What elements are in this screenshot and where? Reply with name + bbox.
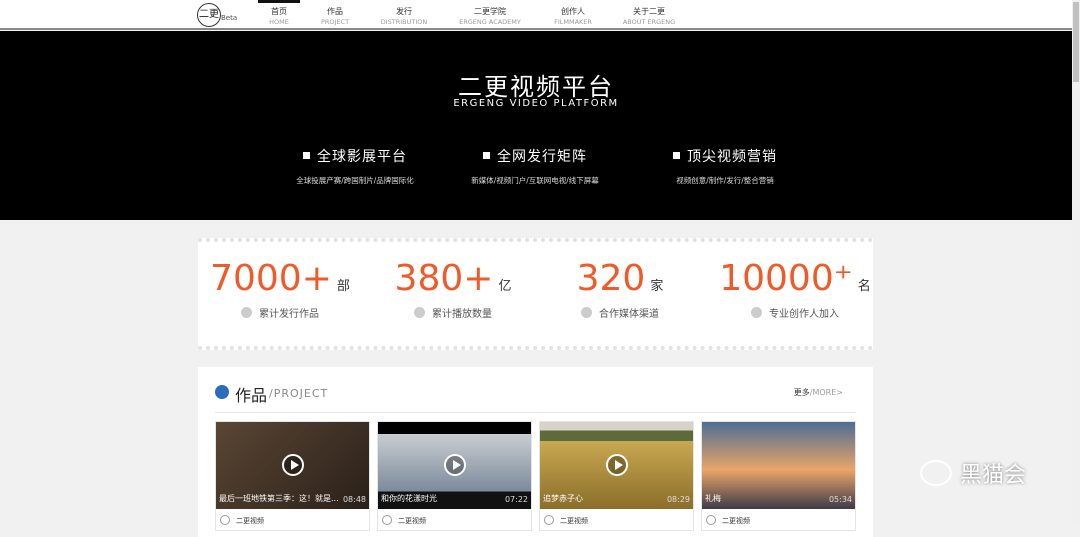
stat-unit: 名 <box>857 279 871 294</box>
nav-filmmaker[interactable]: 创作人 FILMMAKER <box>548 0 598 30</box>
feature: 顶尖视频营销视频创意/制作/发行/整合营销 <box>625 146 825 186</box>
stat-number: 380+ <box>394 258 494 299</box>
project-section: 作品 /PROJECT 更多/MORE> 最后一班地铁第三季：这！就是... 08… <box>198 367 873 537</box>
hero-title: 二更视频平台 <box>458 73 614 101</box>
feature: 全网发行矩阵新媒体/视频门户/互联网电视/线下屏幕 <box>435 146 635 186</box>
feature-title: 顶尖视频营销 <box>625 146 825 166</box>
section-title: 作品 <box>235 386 268 405</box>
nav-label: 创作人 <box>561 7 585 16</box>
stat-number: 7000+ <box>210 258 332 299</box>
nav-label: 二更学院 <box>474 7 506 16</box>
feature-desc: 新媒体/视频门户/互联网电视/线下屏幕 <box>471 176 599 185</box>
nav-label-en: DISTRIBUTION <box>380 18 428 26</box>
video-duration: 08:29 <box>666 495 690 504</box>
nav-label-en: ABOUT ERGENG <box>622 18 676 26</box>
nav-label: 作品 <box>327 7 343 16</box>
logo[interactable]: 二更 <box>197 3 221 27</box>
scrollbar-thumb[interactable] <box>1073 2 1079 82</box>
nav-label-en: PROJECT <box>320 18 350 26</box>
nav-label-en: FILMMAKER <box>554 18 592 26</box>
play-icon[interactable] <box>606 454 628 476</box>
section-subtitle: /PROJECT <box>269 387 329 400</box>
nav-label: 发行 <box>396 7 412 16</box>
stat-number: 10000⁺ <box>719 258 853 299</box>
video-title: 追梦赤子心 <box>543 494 583 503</box>
author-avatar <box>220 515 230 525</box>
document-icon <box>215 385 229 399</box>
video-title: 和你的花漾时光 <box>381 494 437 503</box>
wechat-icon <box>920 460 952 486</box>
nav-project[interactable]: 作品 PROJECT <box>315 0 355 30</box>
play-icon <box>414 307 425 318</box>
user-icon <box>751 307 762 318</box>
watermark-text: 黑猫会 <box>960 463 1027 488</box>
video-card[interactable]: 礼梅 05:34 二更视频 <box>701 421 856 531</box>
video-thumbnail[interactable]: 礼梅 05:34 <box>702 422 855 509</box>
top-nav: 二更 Beta 首页 HOME 作品 PROJECT 发行 DISTRIBUTION … <box>0 0 1072 30</box>
stat: 380+ 亿累计播放数量 <box>373 258 533 320</box>
video-thumbnail[interactable]: 追梦赤子心 08:29 <box>540 422 693 509</box>
video-card[interactable]: 最后一班地铁第三季：这！就是... 08:48 二更视频 <box>215 421 370 531</box>
author-name: 二更视频 <box>236 517 264 525</box>
stat-unit: 部 <box>336 279 350 294</box>
video-card[interactable]: 追梦赤子心 08:29 二更视频 <box>539 421 694 531</box>
nav-label: 首页 <box>271 7 287 16</box>
more-link[interactable]: 更多/MORE> <box>794 387 843 398</box>
stat-label: 专业创作人加入 <box>769 309 839 320</box>
play-icon[interactable] <box>444 454 466 476</box>
author-name: 二更视频 <box>722 517 750 525</box>
video-title: 最后一班地铁第三季：这！就是... <box>219 494 339 503</box>
video-card[interactable]: 和你的花漾时光 07:22 二更视频 <box>377 421 532 531</box>
stats-panel: 7000+ 部累计发行作品 380+ 亿累计播放数量 320 家合作媒体渠道 1000… <box>198 238 873 350</box>
hero-banner: 二更视频平台 ERGENG VIDEO PLATFORM 全球影展平台全球投展产… <box>0 31 1072 220</box>
hero-subtitle: ERGENG VIDEO PLATFORM <box>453 98 619 109</box>
watermark: 黑猫会 <box>920 457 1026 489</box>
video-duration: 05:34 <box>828 495 852 504</box>
nav-label: 关于二更 <box>633 7 665 16</box>
stat: 7000+ 部累计发行作品 <box>200 258 360 320</box>
nav-label-en: HOME <box>269 18 289 26</box>
feature-desc: 视频创意/制作/发行/整合营销 <box>676 176 774 185</box>
stat-label: 累计发行作品 <box>259 309 319 320</box>
feature-title: 全球影展平台 <box>255 146 455 166</box>
stat: 320 家合作媒体渠道 <box>540 258 700 320</box>
stat-unit: 亿 <box>498 279 512 294</box>
scrollbar[interactable] <box>1072 0 1080 523</box>
feature: 全球影展平台全球投展产赛/跨国制片/品牌国际化 <box>255 146 455 186</box>
nav-academy[interactable]: 二更学院 ERGENG ACADEMY <box>452 0 528 30</box>
author-avatar <box>706 515 716 525</box>
target-icon <box>241 307 252 318</box>
nav-label-en: ERGENG ACADEMY <box>459 18 521 26</box>
globe-icon <box>581 307 592 318</box>
beta-label: Beta <box>221 14 238 22</box>
video-thumbnail[interactable]: 和你的花漾时光 07:22 <box>378 422 531 509</box>
nav-about[interactable]: 关于二更 ABOUT ERGENG <box>618 0 680 30</box>
video-duration: 07:22 <box>504 495 528 504</box>
divider <box>215 412 856 413</box>
nav-distribution[interactable]: 发行 DISTRIBUTION <box>374 0 434 30</box>
video-thumbnail[interactable]: 最后一班地铁第三季：这！就是... 08:48 <box>216 422 369 509</box>
video-duration: 08:48 <box>342 495 366 504</box>
author-avatar <box>544 515 554 525</box>
more-en: /MORE> <box>809 388 843 397</box>
more-zh: 更多 <box>793 388 810 397</box>
stat-label: 累计播放数量 <box>432 309 492 320</box>
nav-home[interactable]: 首页 HOME <box>258 0 300 30</box>
stat-number: 320 <box>576 258 646 299</box>
stat: 10000⁺ 名专业创作人加入 <box>710 258 880 320</box>
stat-label: 合作媒体渠道 <box>599 309 659 320</box>
author-name: 二更视频 <box>560 517 588 525</box>
feature-title: 全网发行矩阵 <box>435 146 635 166</box>
play-icon[interactable] <box>282 454 304 476</box>
author-name: 二更视频 <box>398 517 426 525</box>
stat-unit: 家 <box>650 279 664 294</box>
author-avatar <box>382 515 392 525</box>
feature-desc: 全球投展产赛/跨国制片/品牌国际化 <box>296 176 414 185</box>
video-title: 礼梅 <box>705 494 721 503</box>
